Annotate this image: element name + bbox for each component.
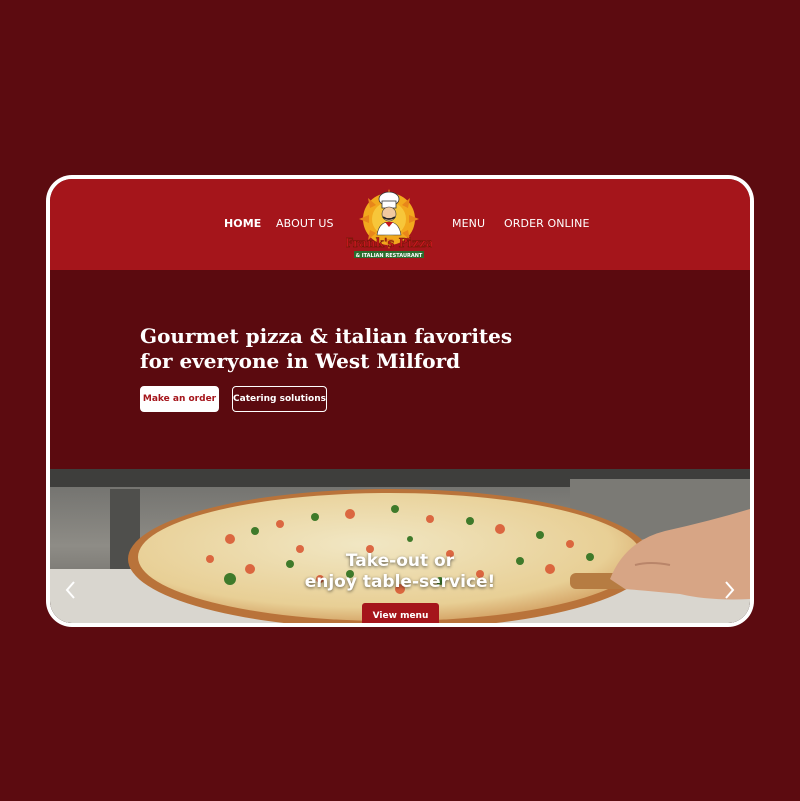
chevron-right-icon[interactable] bbox=[720, 579, 738, 601]
nav-menu-link[interactable]: MENU bbox=[452, 217, 485, 230]
website-screen: HOME ABOUT US Frank's Pizza & ITALIAN RE… bbox=[50, 179, 750, 623]
slide-caption-line-2: enjoy table-service! bbox=[304, 572, 496, 592]
slide-caption: Take-out or enjoy table-service! bbox=[280, 551, 520, 593]
site-header: HOME ABOUT US Frank's Pizza & ITALIAN RE… bbox=[50, 179, 750, 270]
nav-about-link[interactable]: ABOUT US bbox=[276, 217, 334, 230]
franks-pizza-logo[interactable]: Frank's Pizza & ITALIAN RESTAURANT bbox=[344, 189, 434, 269]
hero-section: Gourmet pizza & italian favorites for ev… bbox=[50, 270, 750, 469]
logo-tagline: & ITALIAN RESTAURANT bbox=[356, 253, 423, 259]
nav-home-link[interactable]: HOME bbox=[224, 217, 261, 230]
pizza-photo bbox=[50, 469, 750, 623]
slide-caption-line-1: Take-out or bbox=[345, 551, 455, 571]
chevron-left-icon[interactable] bbox=[62, 579, 80, 601]
logo-wordmark: Frank's Pizza bbox=[346, 236, 432, 250]
catering-solutions-button[interactable]: Catering solutions bbox=[232, 386, 327, 412]
nav-order-online-link[interactable]: ORDER ONLINE bbox=[504, 217, 590, 230]
pizza-slider: Take-out or enjoy table-service! View me… bbox=[50, 469, 750, 623]
hero-title: Gourmet pizza & italian favorites for ev… bbox=[140, 324, 513, 373]
make-order-button[interactable]: Make an order bbox=[140, 386, 219, 412]
view-menu-button[interactable]: View menu bbox=[362, 603, 439, 623]
